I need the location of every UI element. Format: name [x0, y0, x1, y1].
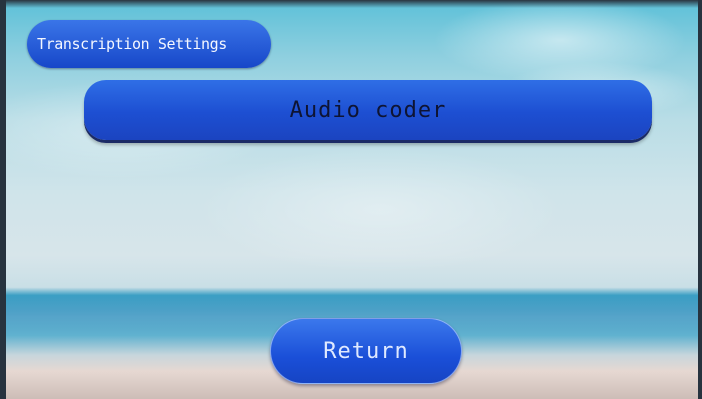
screen-bezel-top [0, 0, 702, 8]
screen-bezel-right [698, 0, 702, 399]
screen-bezel-left [0, 0, 6, 399]
page-title-chip: Transcription Settings [27, 20, 271, 68]
audio-coder-button[interactable]: Audio coder [84, 80, 652, 140]
device-screen: Transcription Settings Audio coder Retur… [0, 0, 702, 399]
audio-coder-label: Audio coder [289, 97, 447, 123]
page-title: Transcription Settings [37, 35, 227, 53]
return-button[interactable]: Return [270, 318, 462, 384]
return-button-label: Return [323, 338, 409, 364]
